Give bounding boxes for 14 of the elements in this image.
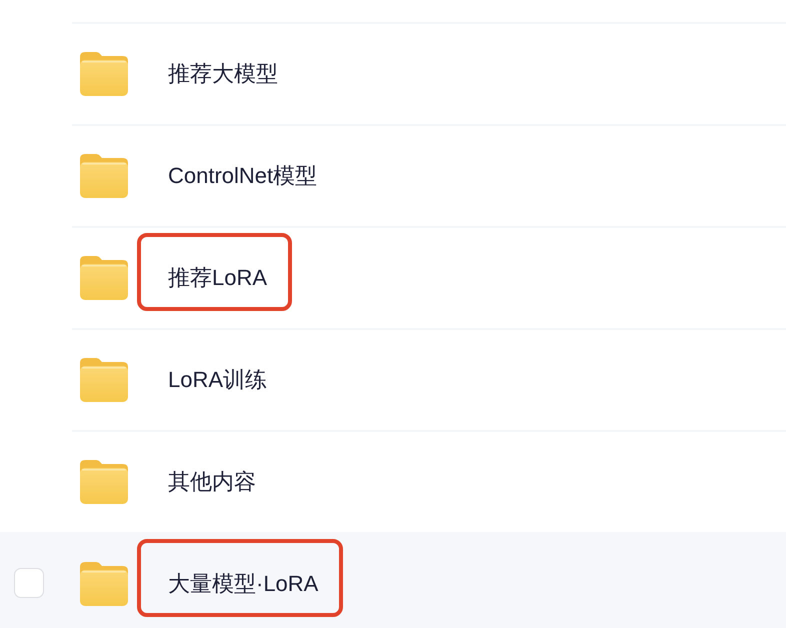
folder-icon	[80, 256, 128, 300]
folder-name[interactable]: 推荐大模型	[168, 60, 278, 88]
folder-name[interactable]: 推荐LoRA	[168, 264, 268, 292]
folder-icon	[80, 562, 128, 606]
folder-name[interactable]: LoRA训练	[168, 366, 268, 394]
folder-icon	[80, 52, 128, 96]
folder-name[interactable]: 大量模型·LoRA	[168, 570, 318, 598]
folder-name[interactable]: ControlNet模型	[168, 162, 318, 190]
checkbox[interactable]	[14, 568, 44, 598]
folder-icon	[80, 358, 128, 402]
folder-name[interactable]: 其他内容	[168, 468, 256, 496]
folder-icon	[80, 460, 128, 504]
folder-icon	[80, 154, 128, 198]
file-row[interactable]: 大量模型·LoRA	[0, 532, 786, 628]
